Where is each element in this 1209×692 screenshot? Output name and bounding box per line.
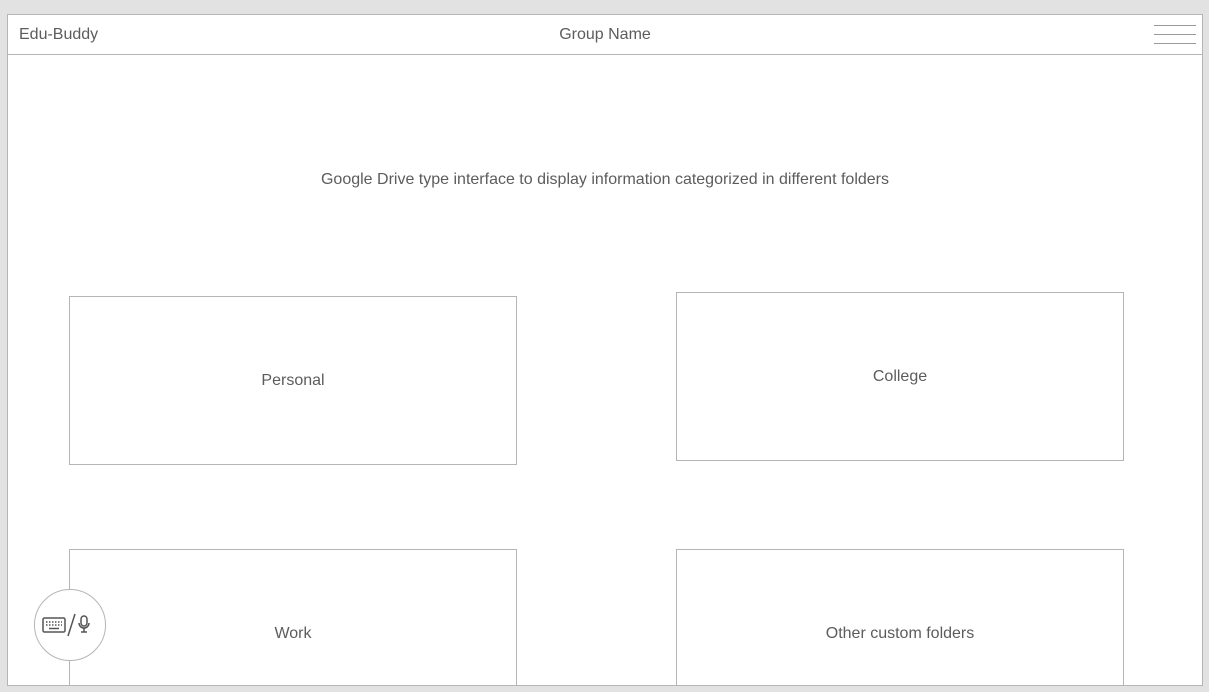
folder-college[interactable]: College — [676, 292, 1124, 461]
folder-label: Personal — [261, 371, 325, 389]
hamburger-menu-icon[interactable] — [1154, 21, 1196, 49]
folder-other-custom[interactable]: Other custom folders — [676, 549, 1124, 685]
input-mode-graphic — [42, 613, 90, 637]
folder-label: Work — [274, 624, 312, 642]
folder-label: Other custom folders — [825, 624, 975, 642]
folder-personal[interactable]: Personal — [69, 296, 517, 465]
group-name-title: Group Name — [559, 26, 651, 43]
divider-slash — [67, 613, 76, 637]
microphone-icon — [78, 615, 90, 633]
app-window: Edu-Buddy Group Name Google Drive type i… — [7, 14, 1203, 686]
top-bar: Edu-Buddy Group Name — [8, 15, 1202, 55]
page-description: Google Drive type interface to display i… — [320, 171, 889, 188]
keyboard-icon — [42, 617, 66, 633]
folder-work[interactable]: Work — [69, 549, 517, 685]
folder-label: College — [872, 367, 928, 385]
input-mode-toggle-button[interactable] — [34, 589, 106, 661]
